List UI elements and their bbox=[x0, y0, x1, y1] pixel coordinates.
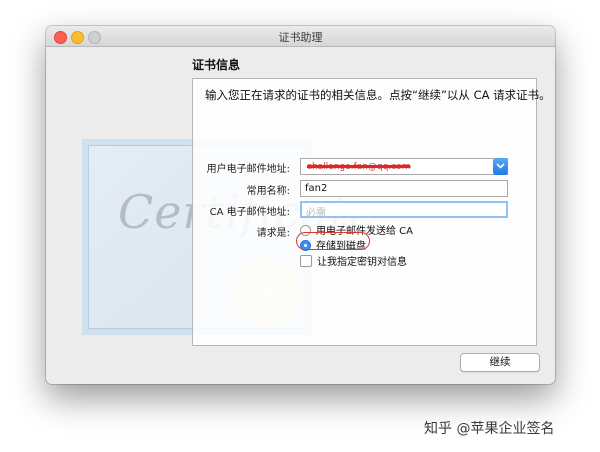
window-title: 证书助理 bbox=[278, 31, 323, 44]
email-label: 用户电子邮件地址: bbox=[206, 164, 290, 175]
checkbox-keypair-label: 让我指定密钥对信息 bbox=[317, 257, 407, 268]
common-name-label: 常用名称: bbox=[246, 186, 290, 197]
intro-text: 输入您正在请求的证书的相关信息。点按“继续”以从 CA 请求证书。 bbox=[205, 88, 551, 102]
checkbox[interactable] bbox=[300, 255, 312, 267]
ca-email-field[interactable]: 必需 bbox=[300, 201, 508, 219]
ca-email-label: CA 电子邮件地址: bbox=[209, 207, 290, 218]
title-bar: 证书助理 bbox=[46, 26, 555, 47]
request-label: 请求是: bbox=[256, 228, 290, 239]
checkbox-keypair[interactable]: 让我指定密钥对信息 bbox=[300, 253, 407, 268]
content-area: Certificate 证书信息 输入您正在请求的证书的相关信息。点按“继续”以… bbox=[46, 47, 555, 384]
continue-button[interactable]: 继续 bbox=[460, 353, 540, 372]
user-email-field[interactable]: challenge.fan@qq.com bbox=[300, 158, 508, 175]
chevron-down-icon bbox=[496, 163, 505, 169]
email-dropdown-button[interactable] bbox=[493, 158, 508, 175]
section-title: 证书信息 bbox=[192, 58, 241, 72]
redacted-email-value: challenge.fan@qq.com bbox=[307, 162, 411, 172]
certificate-assistant-window: 证书助理 Certificate 证书信息 输入您正在请求的证书的相关信息。点按… bbox=[46, 26, 555, 384]
watermark-text: 知乎 @苹果企业签名 bbox=[424, 421, 555, 437]
common-name-field[interactable]: fan2 bbox=[300, 180, 508, 197]
highlight-annotation bbox=[296, 232, 370, 250]
